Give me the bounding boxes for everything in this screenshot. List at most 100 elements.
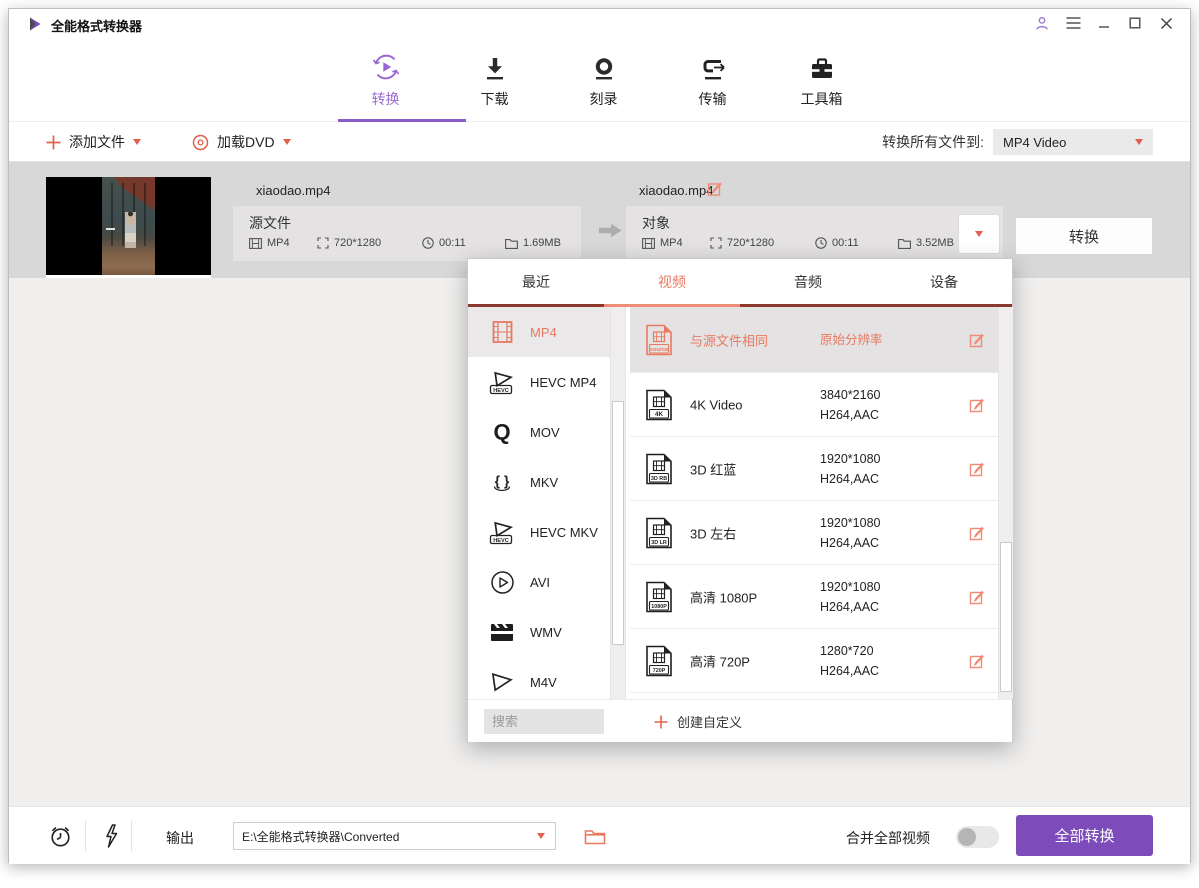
toolbox-icon [808,50,836,82]
bottom-bar: 输出 合并全部视频 全部转换 [9,806,1190,864]
caret-down-icon [1135,139,1143,145]
schedule-alarm-icon[interactable] [47,823,73,849]
format-item-mov[interactable]: Q MOV [468,407,610,457]
preset-detail: 3840*2160H264,AAC [820,385,880,425]
open-folder-icon[interactable] [582,823,608,849]
app-logo-icon [27,16,43,32]
nav-item-toolbox[interactable]: 工具箱 [767,45,876,109]
caret-down-icon[interactable] [537,833,545,839]
preset-list-scrollbar[interactable] [998,307,1013,699]
format-item-wmv[interactable]: WMV [468,607,610,657]
close-button[interactable] [1158,15,1174,31]
merge-toggle[interactable] [956,826,999,848]
resolution-meta: 720*1280 [317,237,422,249]
menu-icon[interactable] [1065,15,1081,31]
add-files-label: 添加文件 [69,132,125,152]
svg-text:HEVC: HEVC [493,388,509,394]
nav-item-download[interactable]: 下载 [440,45,549,109]
preset-row-4k[interactable]: 4K 4K Video 3840*2160H264,AAC [630,373,998,437]
format-label: M4V [530,675,557,690]
load-dvd-button[interactable]: 加载DVD [192,122,291,162]
format-item-hevc-mp4[interactable]: HEVC HEVC MP4 [468,357,610,407]
output-format-value: MP4 Video [1003,135,1066,150]
burn-icon [591,50,617,82]
popup-tab-recent[interactable]: 最近 [468,259,604,304]
format-item-m4v[interactable]: M4V [468,657,610,699]
target-format-dropdown-button[interactable] [958,214,1000,254]
minimize-button[interactable] [1096,15,1112,31]
matroska-icon: { } [487,469,517,495]
target-info-card: 对象 MP4 720*1280 00:11 3.52MB [626,206,1003,261]
nav-item-convert[interactable]: 转换 [331,45,440,109]
preset-row-720p[interactable]: 720P 高清 720P 1280*720H264,AAC [630,629,998,693]
convert-all-button[interactable]: 全部转换 [1016,815,1153,856]
popup-tab-audio[interactable]: 音频 [740,259,876,304]
svg-text:4K: 4K [655,411,663,418]
edit-preset-icon[interactable] [969,331,986,348]
output-format-select[interactable]: MP4 Video [993,129,1153,155]
nav-label: 转换 [372,89,400,109]
source-card-title: 源文件 [249,213,291,233]
preset-row-1080p[interactable]: 1080P 高清 1080P 1920*1080H264,AAC [630,565,998,629]
rename-edit-icon[interactable] [707,180,724,197]
svg-text:{ }: { } [495,473,510,489]
popup-tab-device[interactable]: 设备 [876,259,1012,304]
toggle-knob [958,828,976,846]
convert-button[interactable]: 转换 [1015,217,1153,255]
preset-detail: 原始分辨率 [820,330,883,350]
nav-label: 工具箱 [801,89,843,109]
create-custom-button[interactable]: 创建自定义 [654,700,742,743]
popup-bottom-bar: 创建自定义 [468,699,1012,742]
format-meta: MP4 [249,237,317,249]
nav-label: 下载 [481,89,509,109]
svg-text:Q: Q [493,420,510,445]
play-outline-icon [487,670,517,694]
edit-preset-icon[interactable] [969,396,986,413]
maximize-button[interactable] [1127,15,1143,31]
preset-row-source[interactable]: source 与源文件相同 原始分辨率 [630,307,998,373]
preset-row-3d-rb[interactable]: 3D RB 3D 红蓝 1920*1080H264,AAC [630,437,998,501]
clock-icon [422,237,434,249]
toolbar: 添加文件 加载DVD 转换中 转换完成 转换所有文件到: MP4 Video [9,122,1190,162]
edit-preset-icon[interactable] [969,524,986,541]
source-filename: xiaodao.mp4 [256,183,330,198]
preset-name: 高清 1080P [690,587,757,606]
format-label: AVI [530,575,550,590]
format-label: MKV [530,475,558,490]
resolution-meta: 720*1280 [710,237,815,249]
add-files-button[interactable]: 添加文件 [46,122,141,162]
preset-detail: 1920*1080H264,AAC [820,513,880,553]
video-thumbnail[interactable] [46,177,211,275]
nav-label: 刻录 [590,89,618,109]
preset-file-icon: 3D RB [644,453,674,485]
preset-file-icon: 720P [644,645,674,677]
app-title: 全能格式转换器 [51,16,142,35]
preset-detail: 1280*720H264,AAC [820,641,879,681]
svg-text:3D RB: 3D RB [651,475,667,481]
output-path-input[interactable] [233,822,556,850]
scrollbar-thumb[interactable] [1000,542,1012,692]
format-item-hevc-mkv[interactable]: HEVC HEVC MKV [468,507,610,557]
nav-item-burn[interactable]: 刻录 [549,45,658,109]
account-icon[interactable] [1034,15,1050,31]
separator [85,821,86,851]
nav-item-transfer[interactable]: 传输 [658,45,767,109]
resize-icon [317,237,329,249]
preset-search-input[interactable] [484,709,604,734]
edit-preset-icon[interactable] [969,460,986,477]
edit-preset-icon[interactable] [969,652,986,669]
format-item-avi[interactable]: AVI [468,557,610,607]
edit-preset-icon[interactable] [969,588,986,605]
popup-tab-video[interactable]: 视频 [604,259,740,304]
format-label: WMV [530,625,562,640]
format-item-mp4[interactable]: MP4 [468,307,610,357]
preset-name: 高清 720P [690,651,750,670]
performance-lightning-icon[interactable] [97,823,123,849]
separator [131,821,132,851]
format-list-scrollbar[interactable] [610,307,625,699]
svg-text:HEVC: HEVC [493,538,509,544]
duration-meta: 00:11 [815,237,898,249]
scrollbar-thumb[interactable] [612,401,624,645]
format-item-mkv[interactable]: { } MKV [468,457,610,507]
preset-row-3d-lr[interactable]: 3D LR 3D 左右 1920*1080H264,AAC [630,501,998,565]
